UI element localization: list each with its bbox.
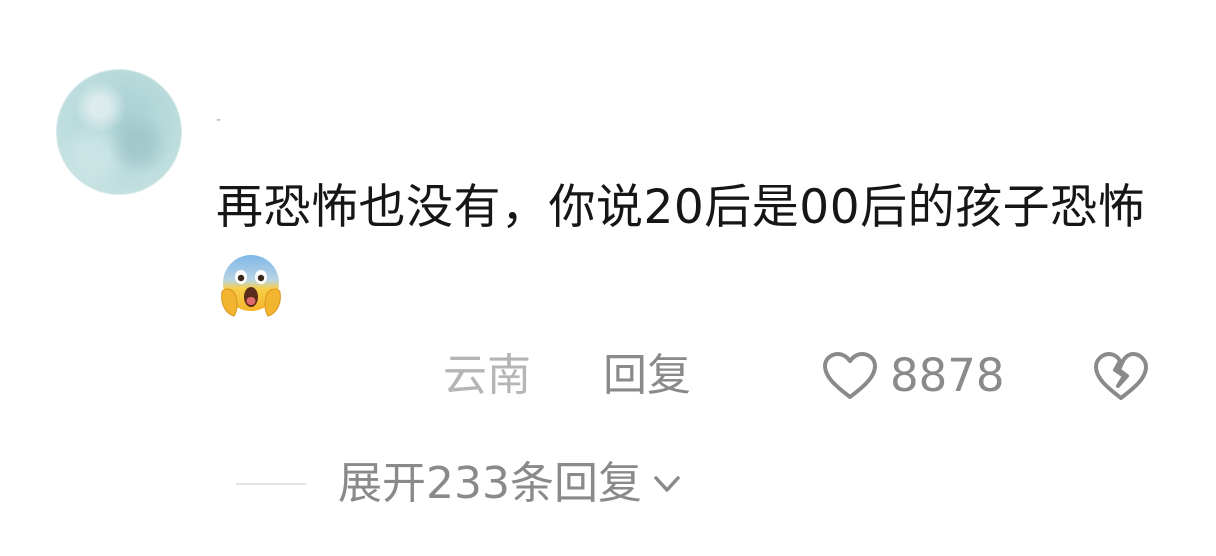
location-label: 云南 xyxy=(443,350,531,401)
comment-meta-row: 云南 回复 8878 xyxy=(0,344,1216,408)
chevron-down-icon[interactable] xyxy=(650,467,684,501)
expand-replies-row[interactable]: 展开233条回复 xyxy=(236,452,684,516)
broken-heart-icon[interactable] xyxy=(1093,350,1149,402)
screaming-face-emoji-icon xyxy=(221,255,281,317)
expand-replies-button[interactable]: 展开233条回复 xyxy=(338,452,642,516)
divider-line xyxy=(236,483,306,485)
comment-text: 再恐怖也没有，你说20后是00后的孩子恐怖 xyxy=(216,167,1156,329)
heart-icon xyxy=(823,352,877,399)
username[interactable]: - xyxy=(216,110,221,130)
comment-body: 再恐怖也没有，你说20后是00后的孩子恐怖 xyxy=(216,180,1146,235)
avatar[interactable] xyxy=(56,69,182,195)
like-button[interactable]: 8878 xyxy=(822,344,1005,408)
reply-button[interactable]: 回复 xyxy=(603,344,691,408)
like-count: 8878 xyxy=(890,349,1005,402)
